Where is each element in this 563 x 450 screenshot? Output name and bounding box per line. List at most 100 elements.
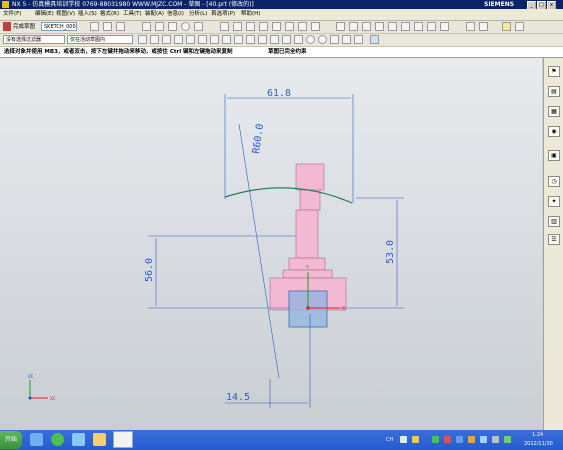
point-on-curve-icon[interactable] [354, 35, 363, 44]
curve-snap-icon[interactable] [282, 35, 291, 44]
menu-format[interactable]: 格式(R) [100, 9, 119, 20]
tray-icon-6[interactable] [480, 436, 487, 443]
tray-icon-keyboard[interactable] [400, 436, 407, 443]
fillet-icon[interactable] [168, 22, 177, 31]
menu-help[interactable]: 帮助(H) [241, 9, 260, 20]
spline-icon[interactable] [194, 22, 203, 31]
finish-sketch-icon[interactable] [3, 22, 11, 31]
mirror-icon[interactable] [285, 22, 294, 31]
language-indicator[interactable]: CH [386, 435, 393, 445]
menu-preferences[interactable]: 首选项(P) [211, 9, 235, 20]
alternate-solution-icon[interactable] [401, 22, 410, 31]
graphics-window[interactable]: 61.8 R60.0 56.0 53.0 14.5 X Y ZC XC [0, 58, 542, 430]
rect-select-icon[interactable] [222, 35, 231, 44]
animate-dimension-icon[interactable] [414, 22, 423, 31]
orient-view-icon[interactable] [103, 22, 112, 31]
assembly-navigator-icon[interactable]: ⚑ [548, 66, 560, 77]
sketch-toolbar: 完成草图 SKETCH_000 [0, 21, 563, 34]
profile-icon[interactable] [90, 22, 99, 31]
launch-icon-3[interactable] [72, 433, 85, 446]
show-constraints-icon[interactable] [375, 22, 384, 31]
tray-icon-7[interactable] [492, 436, 499, 443]
tray-icon-5[interactable] [468, 436, 475, 443]
undo-icon[interactable] [174, 35, 183, 44]
snap-icon[interactable] [138, 35, 147, 44]
menu-info[interactable]: 信息(I) [167, 9, 184, 20]
quadrant-snap-icon[interactable] [318, 35, 327, 44]
right-height-dimension[interactable]: 53.0 [385, 240, 396, 264]
web-browser-icon[interactable]: ◉ [548, 126, 560, 137]
menu-bar: 文件(F) 编辑(E) 视图(V) 插入(S) 格式(R) 工具(T) 装配(A… [0, 9, 563, 21]
dimension-icon[interactable] [349, 22, 358, 31]
bottom-dimension[interactable]: 14.5 [226, 392, 250, 403]
line-snap-icon[interactable] [246, 35, 255, 44]
nx-task-button[interactable] [113, 431, 133, 448]
grid-icon[interactable] [234, 35, 243, 44]
process-studio-icon[interactable]: ▥ [548, 216, 560, 227]
menu-file[interactable]: 文件(F) [3, 9, 21, 20]
menu-analysis[interactable]: 分析(L) [189, 9, 207, 20]
roles-icon[interactable]: ☰ [548, 234, 560, 245]
rectangle-icon[interactable] [220, 22, 229, 31]
intersect-snap-icon[interactable] [330, 35, 339, 44]
infer-constraints-icon[interactable] [427, 22, 436, 31]
history-icon[interactable]: ◷ [548, 176, 560, 187]
magnet-icon[interactable] [502, 22, 511, 31]
circle-icon[interactable] [181, 22, 190, 31]
midpoint-snap-icon[interactable] [294, 35, 303, 44]
center-snap-icon[interactable] [306, 35, 315, 44]
line-icon[interactable] [142, 22, 151, 31]
auto-dimension-icon[interactable] [362, 22, 371, 31]
help-icon[interactable] [515, 22, 524, 31]
redo-icon[interactable] [186, 35, 195, 44]
part-navigator-icon[interactable]: ▤ [548, 86, 560, 97]
clock-date[interactable]: 2012/11/30 [524, 439, 553, 449]
radius-dimension[interactable]: R60.0 [251, 123, 266, 154]
finish-sketch-label[interactable]: 完成草图 [13, 21, 35, 33]
left-height-dimension[interactable]: 56.0 [144, 258, 155, 282]
existing-point-snap-icon[interactable] [342, 35, 351, 44]
launch-icon-4[interactable] [93, 433, 106, 446]
width-dimension[interactable]: 61.8 [267, 88, 291, 99]
arc-icon[interactable] [155, 22, 164, 31]
sketch-preferences-icon[interactable] [479, 22, 488, 31]
palette-icon[interactable]: ▣ [548, 150, 560, 161]
view-cube-icon[interactable] [370, 35, 379, 44]
launch-icon-1[interactable] [30, 433, 43, 446]
reattach-icon[interactable] [116, 22, 125, 31]
launch-icon-2[interactable] [51, 433, 64, 446]
tray-icon-4[interactable] [456, 436, 463, 443]
reuse-library-icon[interactable]: ▦ [548, 106, 560, 117]
tray-icon-8[interactable] [504, 436, 511, 443]
tray-icon-1[interactable] [412, 436, 419, 443]
selection-filter-select[interactable]: 没有选择过滤器 [3, 35, 65, 44]
sketch-name-select[interactable]: SKETCH_000 [41, 22, 77, 31]
selection-scope-select[interactable]: 仅在活动草图内 [67, 35, 133, 44]
menu-tools[interactable]: 工具(T) [123, 9, 142, 20]
menu-assembly[interactable]: 装配(A) [145, 9, 164, 20]
copy-icon[interactable] [198, 35, 207, 44]
slash-snap-icon[interactable] [258, 35, 267, 44]
tray-icon-2[interactable] [432, 436, 439, 443]
menu-edit[interactable]: 编辑(E) [35, 9, 54, 20]
convert-reference-icon[interactable] [388, 22, 397, 31]
point-icon[interactable] [246, 22, 255, 31]
extend-icon[interactable] [259, 22, 268, 31]
constraint-icon[interactable] [336, 22, 345, 31]
sketch-arc[interactable] [224, 187, 353, 204]
corner-icon[interactable] [311, 22, 320, 31]
refresh-icon[interactable] [150, 35, 159, 44]
start-button[interactable]: 开始 [0, 431, 22, 449]
select-all-icon[interactable] [162, 35, 171, 44]
tray-icon-3[interactable] [444, 436, 451, 443]
offset-icon[interactable] [272, 22, 281, 31]
update-model-icon[interactable] [466, 22, 475, 31]
menu-view[interactable]: 视图(V) [56, 9, 75, 20]
tangent-snap-icon[interactable] [270, 35, 279, 44]
paste-icon[interactable] [210, 35, 219, 44]
system-materials-icon[interactable]: ✦ [548, 196, 560, 207]
pattern-icon[interactable] [298, 22, 307, 31]
menu-insert[interactable]: 插入(S) [78, 9, 97, 20]
delay-evaluation-icon[interactable] [440, 22, 449, 31]
trim-icon[interactable] [233, 22, 242, 31]
